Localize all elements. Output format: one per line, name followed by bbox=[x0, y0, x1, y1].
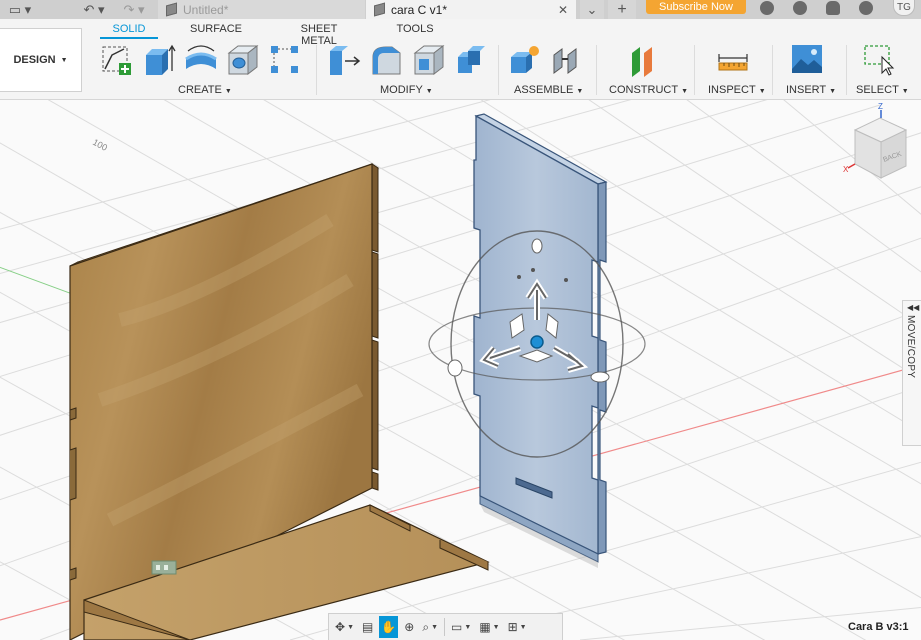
modify-group-label[interactable]: MODIFY ▼ bbox=[380, 84, 433, 96]
notifications-bell-icon[interactable] bbox=[826, 1, 840, 15]
display-settings-icon[interactable]: ▭ ▼ bbox=[449, 616, 473, 638]
create-group-label[interactable]: CREATE ▼ bbox=[178, 84, 232, 96]
revolve-icon[interactable] bbox=[184, 43, 218, 77]
create-sketch-icon[interactable] bbox=[100, 43, 134, 77]
shell-icon[interactable] bbox=[412, 43, 446, 77]
orbit-icon[interactable]: ✥ ▼ bbox=[333, 616, 356, 638]
tab-cara-c[interactable]: cara C v1* ✕ bbox=[366, 0, 576, 19]
insert-image-icon[interactable] bbox=[790, 43, 824, 77]
ribbon-divider bbox=[316, 45, 317, 95]
extrude-icon[interactable] bbox=[142, 43, 176, 77]
subscribe-button[interactable]: Subscribe Now bbox=[646, 0, 746, 14]
file-menu-icon[interactable]: ▭ ▾ bbox=[2, 0, 38, 19]
ribbon-tab-tools[interactable]: TOOLS bbox=[395, 23, 435, 35]
tab-overflow-chevron-icon[interactable]: ⌄ bbox=[580, 0, 604, 19]
viewcube-z-axis-label: Z bbox=[878, 102, 883, 111]
selection-box-icon[interactable] bbox=[862, 43, 896, 77]
combine-icon[interactable] bbox=[454, 43, 488, 77]
new-component-icon[interactable] bbox=[508, 43, 542, 77]
sync-icon[interactable] bbox=[760, 1, 774, 15]
zoom-icon[interactable]: ⊕ bbox=[402, 616, 416, 638]
create-group: CREATE ▼ bbox=[100, 43, 306, 97]
workspace-label: DESIGN bbox=[13, 54, 56, 66]
move-copy-panel-collapsed[interactable]: ◀◀ MOVE/COPY bbox=[902, 300, 921, 446]
rotate-handle-top[interactable] bbox=[531, 238, 543, 254]
pan-hand-icon[interactable]: ✋ bbox=[379, 616, 399, 638]
workspace-switcher-button[interactable]: DESIGN ▼ bbox=[0, 28, 82, 92]
canvas-scene: 100 BACK X Z bbox=[0, 100, 921, 640]
new-tab-plus-icon[interactable]: + bbox=[608, 0, 636, 19]
grid-settings-icon[interactable]: ▦ ▼ bbox=[477, 616, 501, 638]
viewcube-x-axis-label: X bbox=[843, 165, 849, 174]
rotate-handle-right[interactable] bbox=[590, 371, 610, 383]
select-group: SELECT ▼ bbox=[856, 43, 916, 97]
assemble-group-label[interactable]: ASSEMBLE ▼ bbox=[514, 84, 583, 96]
caret-down-icon: ▼ bbox=[60, 56, 68, 64]
construct-group-label[interactable]: CONSTRUCT ▼ bbox=[609, 84, 688, 96]
ribbon-divider bbox=[846, 45, 847, 95]
hole-icon[interactable] bbox=[226, 43, 260, 77]
job-status-icon[interactable] bbox=[793, 1, 807, 15]
viewports-icon[interactable]: ⊞ ▼ bbox=[506, 616, 529, 638]
nav-divider bbox=[444, 618, 446, 636]
construct-group: CONSTRUCT ▼ bbox=[606, 43, 688, 97]
move-origin-handle[interactable] bbox=[530, 335, 544, 349]
navigation-bar: ✥ ▼ ▤ ✋ ⊕ ⌕ ▼ ▭ ▼ ▦ ▼ ⊞ ▼ bbox=[328, 613, 563, 640]
ribbon-tab-surface[interactable]: SURFACE bbox=[190, 23, 242, 35]
joint-icon[interactable] bbox=[550, 43, 584, 77]
measure-icon[interactable] bbox=[716, 43, 750, 77]
ribbon-divider bbox=[694, 45, 695, 95]
active-component-label: Cara B v3:1 bbox=[848, 621, 909, 633]
close-tab-icon[interactable]: ✕ bbox=[558, 3, 568, 17]
ribbon-divider bbox=[596, 45, 597, 95]
rotate-handle-left[interactable] bbox=[447, 359, 463, 377]
offset-plane-icon[interactable] bbox=[626, 43, 660, 77]
grid-dimension-label: 100 bbox=[91, 137, 109, 153]
assemble-group: ASSEMBLE ▼ bbox=[508, 43, 592, 97]
3d-viewport[interactable]: 100 BACK X Z ◀◀ MOVE/COPY bbox=[0, 100, 921, 640]
ribbon-tab-solid[interactable]: SOLID bbox=[100, 23, 158, 39]
undo-icon[interactable]: ↶ ▾ bbox=[78, 0, 110, 19]
move-copy-label: MOVE/COPY bbox=[905, 315, 916, 379]
rectangular-pattern-icon[interactable] bbox=[268, 43, 302, 77]
fit-view-icon[interactable]: ⌕ ▼ bbox=[420, 616, 440, 638]
look-at-icon[interactable]: ▤ bbox=[360, 616, 375, 638]
press-pull-icon[interactable] bbox=[328, 43, 362, 77]
tab-label: cara C v1* bbox=[391, 2, 448, 17]
tab-label: Untitled* bbox=[183, 2, 229, 17]
tab-untitled[interactable]: Untitled* bbox=[158, 0, 365, 19]
expand-panel-icon[interactable]: ◀◀ bbox=[907, 303, 919, 312]
insert-group: INSERT ▼ bbox=[784, 43, 844, 97]
inspect-group: INSPECT ▼ bbox=[704, 43, 766, 97]
ribbon-divider bbox=[772, 45, 773, 95]
redo-icon[interactable]: ↷ ▾ bbox=[118, 0, 150, 19]
user-avatar[interactable]: TG bbox=[893, 0, 915, 16]
insert-group-label[interactable]: INSERT ▼ bbox=[786, 84, 836, 96]
help-icon[interactable] bbox=[859, 1, 873, 15]
fusion-app: ▭ ▾ ↶ ▾ ↷ ▾ Untitled* cara C v1* ✕ ⌄ + S… bbox=[0, 0, 921, 640]
inspect-group-label[interactable]: INSPECT ▼ bbox=[708, 84, 766, 96]
document-tab-bar: ▭ ▾ ↶ ▾ ↷ ▾ Untitled* cara C v1* ✕ ⌄ + S… bbox=[0, 0, 921, 19]
ribbon-divider bbox=[498, 45, 499, 95]
modify-group: MODIFY ▼ bbox=[328, 43, 492, 97]
component-icon bbox=[166, 2, 177, 17]
toolbar-ribbon: DESIGN ▼ SOLID SURFACE SHEET METAL TOOLS bbox=[0, 19, 921, 100]
fillet-icon[interactable] bbox=[370, 43, 404, 77]
select-group-label[interactable]: SELECT ▼ bbox=[856, 84, 909, 96]
component-icon bbox=[374, 2, 385, 17]
